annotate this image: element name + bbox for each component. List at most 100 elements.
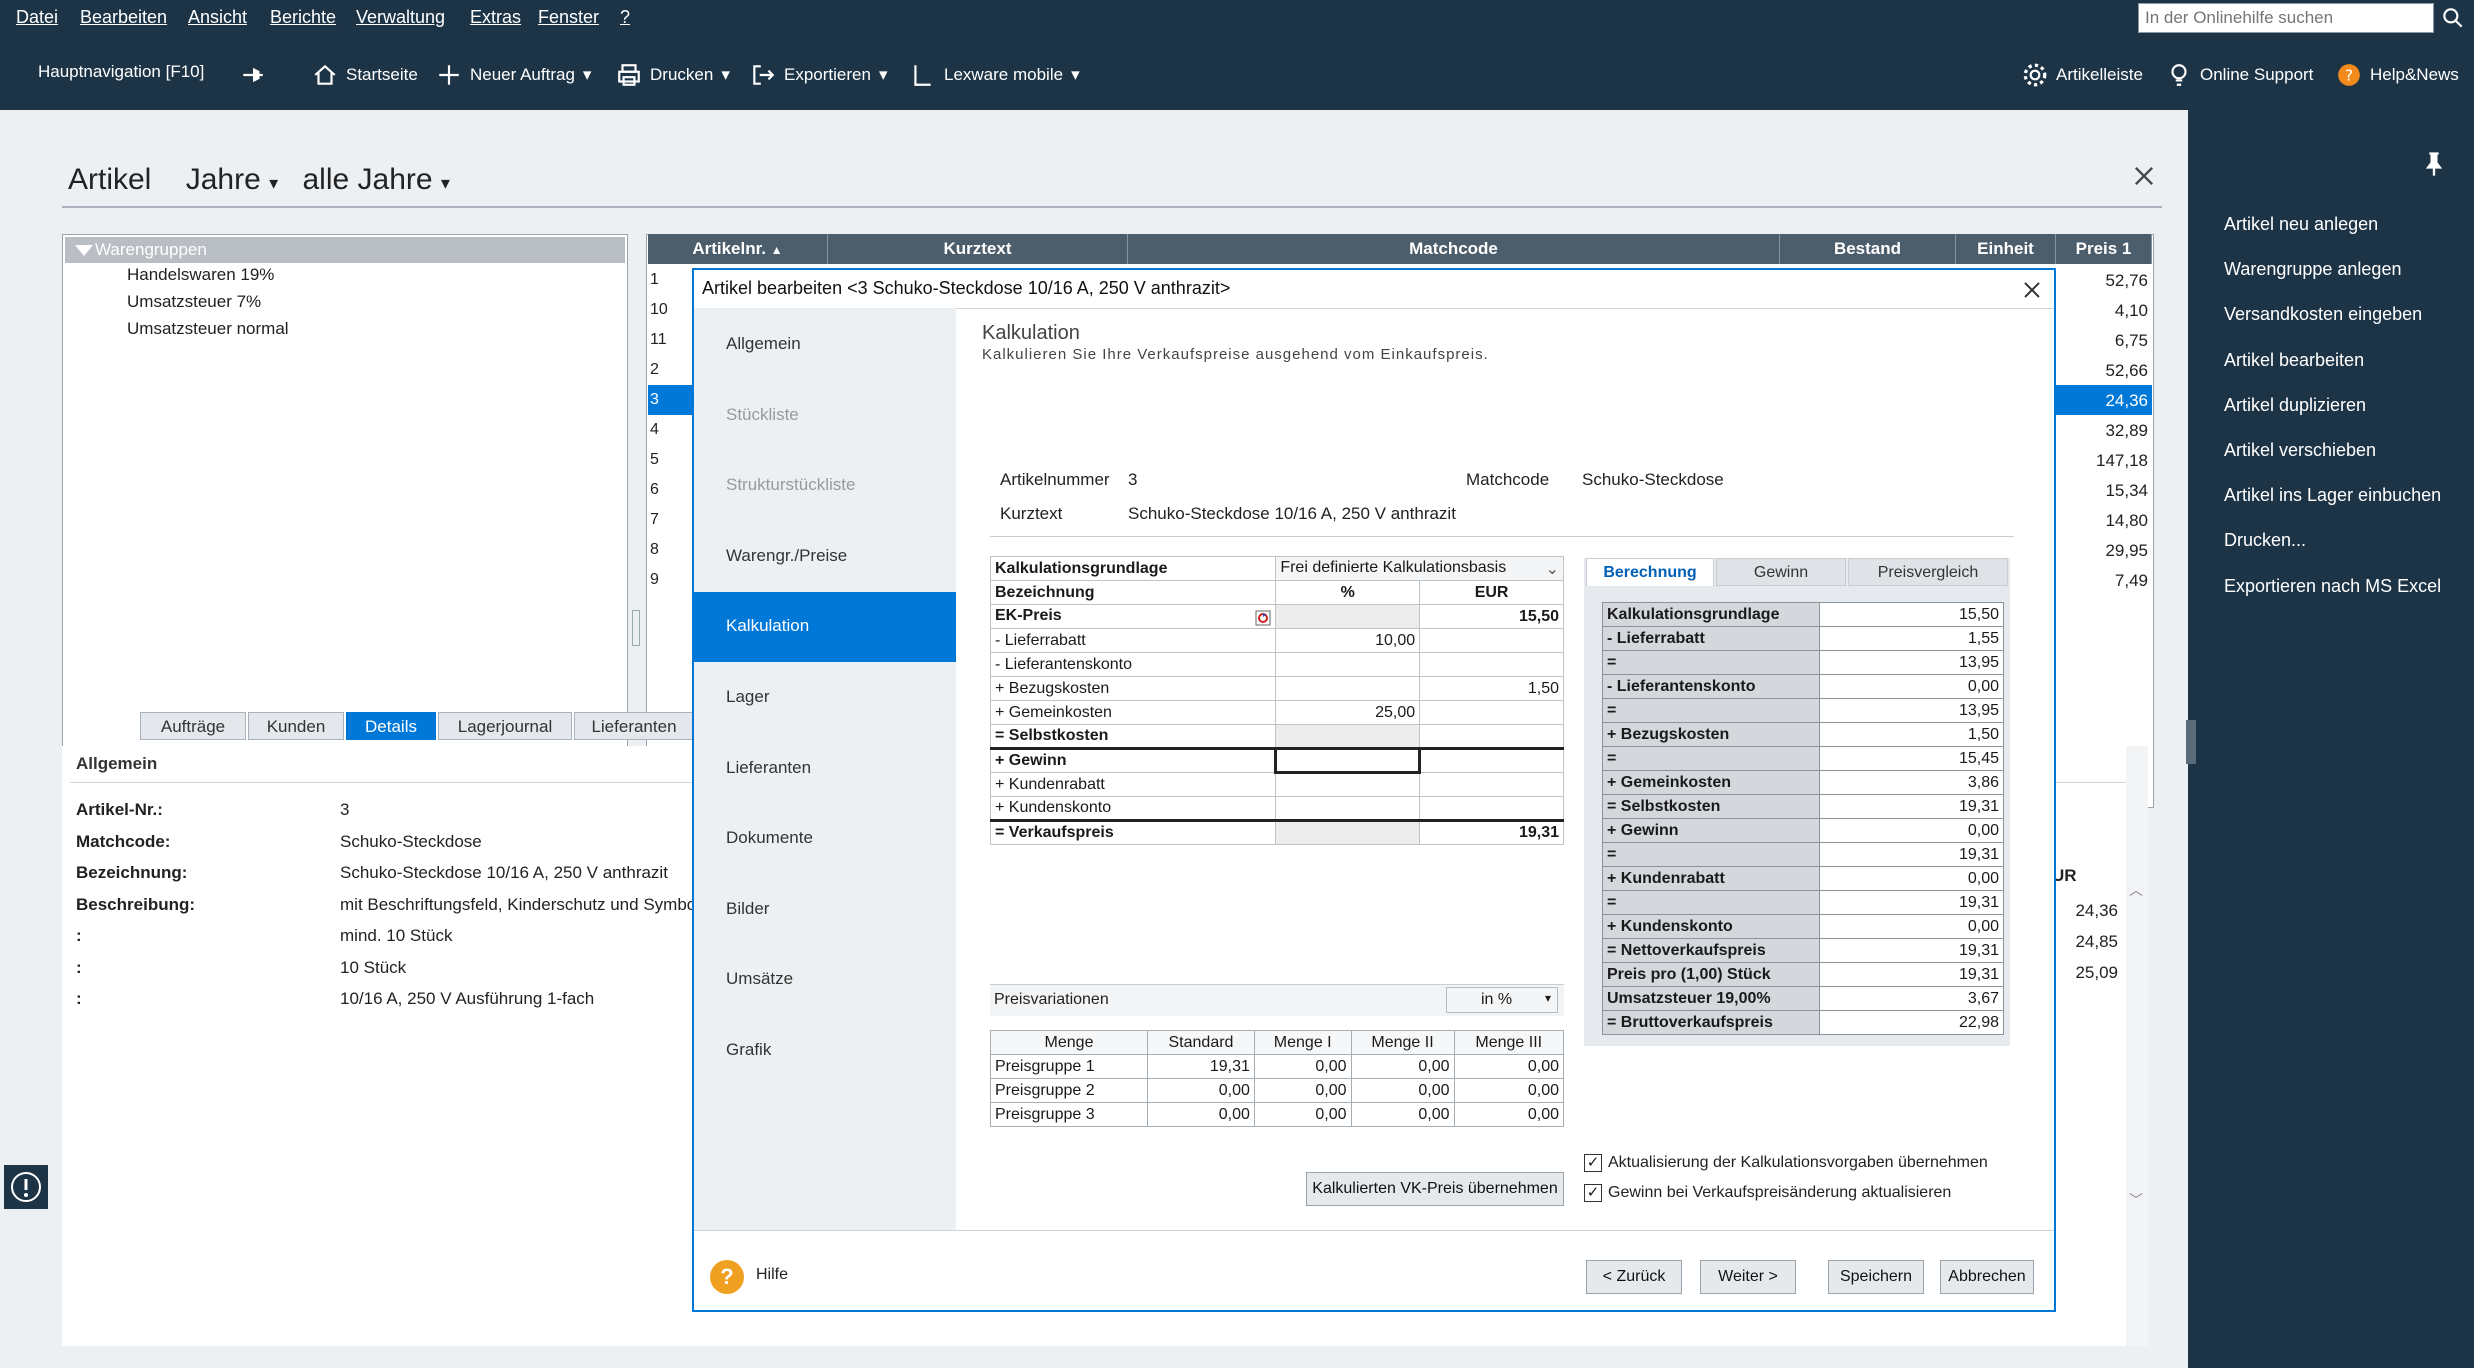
help-icon[interactable]: ? xyxy=(710,1260,744,1294)
action-item[interactable]: Artikel ins Lager einbuchen xyxy=(2224,485,2441,506)
all-years-selector[interactable]: alle Jahre ▾ xyxy=(302,163,449,196)
close-icon[interactable] xyxy=(2130,162,2158,190)
row-article-number[interactable]: 6 xyxy=(650,481,659,499)
pv-value-cell[interactable]: 0,00 xyxy=(1350,1102,1455,1127)
row-article-number[interactable]: 3 xyxy=(650,391,659,409)
menu-verwaltung[interactable]: Verwaltung xyxy=(356,7,445,28)
basis-select[interactable]: Frei definierte Kalkulationsbasis ⌄ xyxy=(1275,556,1564,581)
right-pane-splitter[interactable] xyxy=(2186,720,2196,764)
chevron-up-icon[interactable]: ︿ xyxy=(2129,880,2143,900)
nav-warengr-preise[interactable]: Warengr./Preise xyxy=(694,522,956,592)
menu-fenster[interactable]: Fenster xyxy=(538,7,599,28)
action-item[interactable]: Drucken... xyxy=(2224,530,2306,551)
calc-eur-cell[interactable] xyxy=(1419,747,1564,773)
menu-datei[interactable]: Datei xyxy=(16,7,58,28)
help-link[interactable]: Hilfe xyxy=(756,1266,788,1284)
save-button[interactable]: Speichern xyxy=(1828,1260,1924,1294)
row-article-number[interactable]: 11 xyxy=(650,331,667,349)
new-order-button[interactable]: Neuer Auftrag ▾ xyxy=(436,62,591,88)
nav-allgemein[interactable]: Allgemein xyxy=(694,310,956,380)
pv-value-cell[interactable]: 0,00 xyxy=(1147,1102,1255,1127)
cancel-button[interactable]: Abbrechen xyxy=(1940,1260,2034,1294)
action-item[interactable]: Artikel bearbeiten xyxy=(2224,350,2364,371)
tab-kunden[interactable]: Kunden xyxy=(248,712,344,740)
chevron-down-icon[interactable]: ﹀ xyxy=(2129,1190,2143,1210)
column-header-artikelnr[interactable]: Artikelnr. ▲ xyxy=(648,234,828,264)
help-search-input[interactable] xyxy=(2138,3,2434,33)
calc-percent-cell[interactable] xyxy=(1275,676,1421,701)
row-article-number[interactable]: 2 xyxy=(650,361,659,379)
row-price[interactable]: 147,18 xyxy=(2060,451,2148,471)
search-icon[interactable] xyxy=(2440,5,2466,31)
action-item[interactable]: Artikel verschieben xyxy=(2224,440,2376,461)
calc-percent-cell[interactable] xyxy=(1274,747,1422,774)
pv-value-cell[interactable]: 0,00 xyxy=(1350,1054,1455,1079)
action-item[interactable]: Artikel duplizieren xyxy=(2224,395,2366,416)
calc-eur-cell[interactable] xyxy=(1419,652,1564,677)
tab-berechnung[interactable]: Berechnung xyxy=(1586,558,1714,586)
row-price[interactable]: 15,34 xyxy=(2060,481,2148,501)
nav-strukturstückliste[interactable]: Strukturstückliste xyxy=(694,451,956,521)
nav-dokumente[interactable]: Dokumente xyxy=(694,804,956,874)
nav-lager[interactable]: Lager xyxy=(694,663,956,733)
calc-percent-cell[interactable]: 25,00 xyxy=(1275,700,1421,725)
calc-percent-cell[interactable]: 10,00 xyxy=(1275,628,1421,653)
close-icon[interactable] xyxy=(2020,278,2044,302)
tree-root-warengruppen[interactable]: Warengruppen xyxy=(65,237,625,263)
take-vk-price-button[interactable]: Kalkulierten VK-Preis übernehmen xyxy=(1306,1172,1564,1206)
calc-percent-cell[interactable] xyxy=(1275,724,1421,749)
calc-eur-cell[interactable] xyxy=(1419,724,1564,749)
row-article-number[interactable]: 1 xyxy=(650,271,659,289)
pv-value-cell[interactable]: 0,00 xyxy=(1253,1102,1352,1127)
tab-preisvergleich[interactable]: Preisvergleich xyxy=(1848,558,2008,586)
column-header-kurztext[interactable]: Kurztext xyxy=(828,234,1128,264)
pv-value-cell[interactable]: 0,00 xyxy=(1453,1102,1565,1127)
tree-item[interactable]: Handelswaren 19% xyxy=(127,265,274,285)
action-item[interactable]: Warengruppe anlegen xyxy=(2224,259,2401,280)
tab-auftraege[interactable]: Aufträge xyxy=(140,712,246,740)
pin-navigation-button[interactable] xyxy=(240,62,266,88)
calc-eur-cell[interactable]: 19,31 xyxy=(1419,819,1564,845)
tab-lieferanten[interactable]: Lieferanten xyxy=(574,712,694,740)
tab-lagerjournal[interactable]: Lagerjournal xyxy=(438,712,572,740)
start-button[interactable]: Startseite xyxy=(312,62,418,88)
row-article-number[interactable]: 4 xyxy=(650,421,659,439)
calc-eur-cell[interactable]: 1,50 xyxy=(1419,676,1564,701)
row-article-number[interactable]: 9 xyxy=(650,571,659,589)
column-header-matchcode[interactable]: Matchcode xyxy=(1128,234,1780,264)
menu-berichte[interactable]: Berichte xyxy=(270,7,336,28)
tab-gewinn[interactable]: Gewinn xyxy=(1716,558,1846,586)
articlebar-button[interactable]: Artikelleiste xyxy=(2022,62,2143,88)
export-button[interactable]: Exportieren ▾ xyxy=(750,62,887,88)
menu-ansicht[interactable]: Ansicht xyxy=(188,7,247,28)
calc-eur-cell[interactable] xyxy=(1419,796,1564,821)
row-price[interactable]: 32,89 xyxy=(2060,421,2148,441)
row-price[interactable]: 29,95 xyxy=(2060,541,2148,561)
row-price[interactable]: 52,66 xyxy=(2060,361,2148,381)
calc-percent-cell[interactable] xyxy=(1275,772,1421,797)
row-article-number[interactable]: 10 xyxy=(650,301,668,319)
nav-stückliste[interactable]: Stückliste xyxy=(694,381,956,451)
row-price[interactable]: 24,36 xyxy=(2060,391,2148,411)
checkbox-update-calc[interactable]: ✓ xyxy=(1584,1154,1602,1172)
next-button[interactable]: Weiter > xyxy=(1700,1260,1796,1294)
calc-percent-cell[interactable] xyxy=(1275,652,1421,677)
action-item[interactable]: Artikel neu anlegen xyxy=(2224,214,2378,235)
row-price[interactable]: 6,75 xyxy=(2060,331,2148,351)
action-item[interactable]: Exportieren nach MS Excel xyxy=(2224,576,2441,597)
action-item[interactable]: Versandkosten eingeben xyxy=(2224,304,2422,325)
row-price[interactable]: 52,76 xyxy=(2060,271,2148,291)
chevron-down-icon[interactable] xyxy=(75,245,93,256)
row-article-number[interactable]: 7 xyxy=(650,511,659,529)
tree-item[interactable]: Umsatzsteuer normal xyxy=(127,319,289,339)
column-header-preis1[interactable]: Preis 1 xyxy=(2056,234,2152,264)
pin-icon[interactable] xyxy=(2420,150,2448,178)
menu-bearbeiten[interactable]: Bearbeiten xyxy=(80,7,167,28)
details-scrollbar[interactable]: ︿ ﹀ xyxy=(2126,746,2148,1346)
pv-value-cell[interactable]: 0,00 xyxy=(1453,1078,1565,1103)
pv-value-cell[interactable]: 0,00 xyxy=(1147,1078,1255,1103)
calc-percent-cell[interactable] xyxy=(1275,819,1421,845)
back-button[interactable]: < Zurück xyxy=(1586,1260,1682,1294)
row-price[interactable]: 7,49 xyxy=(2060,571,2148,591)
menu-help[interactable]: ? xyxy=(620,7,630,28)
